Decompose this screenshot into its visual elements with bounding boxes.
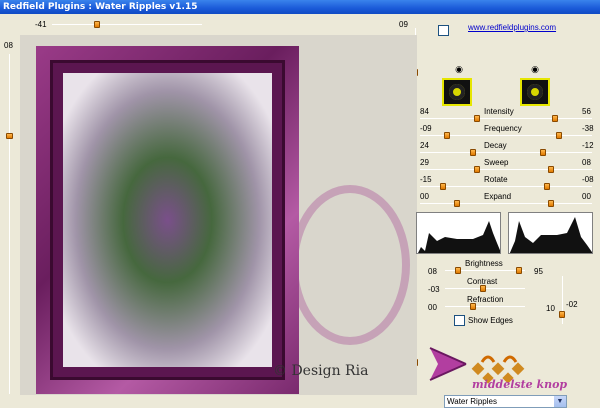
middelste-knop-logo: middelste knop	[428, 344, 567, 394]
rotate-label: Rotate	[484, 175, 508, 184]
rotate-left: -15	[420, 175, 432, 184]
intensity-thumb-right[interactable]	[552, 115, 558, 122]
small-vertical-thumb[interactable]	[559, 311, 565, 318]
intensity-right: 56	[582, 107, 591, 116]
sweep-thumb-right[interactable]	[548, 166, 554, 173]
intensity-track[interactable]	[420, 118, 592, 119]
chevron-down-icon[interactable]: ▼	[554, 396, 566, 407]
dialog-body: -41 09 08 © Design Ria www.redfieldplugi…	[0, 14, 600, 408]
top-slider-left-value: -41	[35, 20, 47, 29]
brightness-thumb-right[interactable]	[516, 267, 522, 274]
expand-label: Expand	[484, 192, 512, 201]
contrast-left: -03	[428, 285, 440, 294]
preview-area[interactable]: © Design Ria	[20, 35, 417, 395]
intensity-label: Intensity	[484, 107, 514, 116]
eye-icon-2[interactable]: ◉	[530, 66, 540, 75]
frequency-label: Frequency	[484, 124, 522, 133]
top-slider-thumb[interactable]	[94, 21, 100, 28]
expand-thumb-right[interactable]	[548, 200, 554, 207]
frequency-thumb-right[interactable]	[556, 132, 562, 139]
sweep-thumb-left[interactable]	[474, 166, 480, 173]
preset-selected-value: Water Ripples	[447, 397, 497, 406]
left-slider-thumb[interactable]	[6, 133, 13, 139]
window-title: Redfield Plugins : Water Ripples v1.15	[0, 0, 600, 14]
sweep-right: 08	[582, 158, 591, 167]
preset-select[interactable]: Water Ripples ▼	[444, 395, 567, 408]
top-checkbox[interactable]	[438, 25, 449, 36]
decay-thumb-right[interactable]	[540, 149, 546, 156]
top-slider-track[interactable]	[52, 24, 202, 25]
sweep-track[interactable]	[420, 169, 592, 170]
color-swatch-right[interactable]	[520, 78, 550, 106]
refraction-track[interactable]	[445, 306, 525, 307]
frequency-right: -38	[582, 124, 594, 133]
top-slider-right-value: 09	[399, 20, 408, 29]
left-slider-value: 08	[4, 41, 13, 50]
sweep-label: Sweep	[484, 158, 509, 167]
expand-track[interactable]	[420, 203, 592, 204]
intensity-left: 84	[420, 107, 429, 116]
show-edges-label: Show Edges	[468, 316, 513, 325]
logo-text: middelste knop	[472, 378, 568, 391]
refraction-thumb[interactable]	[470, 303, 476, 310]
flower-photo	[63, 73, 272, 367]
expand-right: 00	[582, 192, 591, 201]
rotate-thumb-left[interactable]	[440, 183, 446, 190]
brightness-left: 08	[428, 267, 437, 276]
brightness-thumb-left[interactable]	[455, 267, 461, 274]
refraction-left: 00	[428, 303, 437, 312]
sweep-left: 29	[420, 158, 429, 167]
decay-right: -12	[582, 141, 594, 150]
waveform-graph-right	[508, 212, 593, 254]
intensity-thumb-left[interactable]	[474, 115, 480, 122]
expand-left: 00	[420, 192, 429, 201]
frame-border	[50, 60, 285, 380]
right-value-b: -02	[566, 300, 578, 309]
brightness-label: Brightness	[465, 259, 503, 268]
frequency-thumb-left[interactable]	[444, 132, 450, 139]
brightness-right: 95	[534, 267, 543, 276]
contrast-thumb[interactable]	[480, 285, 486, 292]
decay-track[interactable]	[420, 152, 592, 153]
right-value-a: 10	[546, 304, 555, 313]
website-link[interactable]: www.redfieldplugins.com	[468, 23, 556, 32]
rotate-right: -08	[582, 175, 594, 184]
eye-icon[interactable]: ◉	[454, 66, 464, 75]
ripple-swirl	[290, 185, 410, 345]
decay-label: Decay	[484, 141, 507, 150]
waveform-graph-left	[416, 212, 501, 254]
picture-frame	[36, 46, 299, 394]
color-swatch-left[interactable]	[442, 78, 472, 106]
expand-thumb-left[interactable]	[454, 200, 460, 207]
decay-left: 24	[420, 141, 429, 150]
copyright-text: © Design Ria	[273, 363, 369, 379]
rotate-thumb-right[interactable]	[544, 183, 550, 190]
left-slider-track[interactable]	[9, 54, 10, 394]
frequency-left: -09	[420, 124, 432, 133]
show-edges-checkbox[interactable]	[454, 315, 465, 326]
decay-thumb-left[interactable]	[470, 149, 476, 156]
